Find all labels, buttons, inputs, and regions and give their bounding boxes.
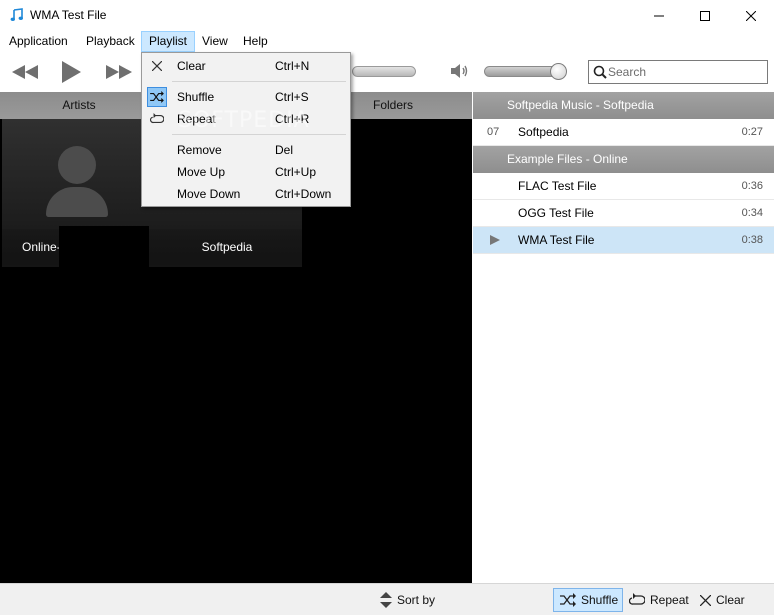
previous-button[interactable] [8,58,42,86]
menu-playlist[interactable]: Playlist [141,31,196,52]
next-icon [106,65,132,79]
playlist-row-playing[interactable]: WMA Test File 0:38 [473,227,774,254]
search-field[interactable] [588,60,768,84]
close-icon [147,56,167,76]
status-bar: Sort by Shuffle Repeat Clear [0,583,774,615]
volume-icon[interactable] [450,62,470,80]
search-input[interactable] [608,63,763,81]
menu-application[interactable]: Application [2,31,75,52]
play-button[interactable] [56,58,86,86]
maximize-icon [700,10,710,21]
play-icon [62,61,81,83]
menu-item-move-down[interactable]: Move Down Ctrl+Down [144,183,348,205]
playlist-group-header[interactable]: Softpedia Music - Softpedia [473,92,774,119]
menu-item-shuffle[interactable]: Shuffle Ctrl+S [144,86,348,108]
repeat-icon [629,593,645,607]
menu-separator [172,134,346,135]
watermark: SOFTPEDIA [178,108,310,133]
menu-item-move-up[interactable]: Move Up Ctrl+Up [144,161,348,183]
clear-playlist-button[interactable]: Clear [700,588,745,612]
now-playing-icon [490,235,500,245]
shuffle-toggle[interactable]: Shuffle [553,588,624,612]
title-bar: WMA Test File [0,0,774,31]
shuffle-icon [560,593,576,607]
menu-separator [172,81,346,82]
repeat-icon [147,109,167,129]
repeat-toggle[interactable]: Repeat [629,588,689,612]
menu-help[interactable]: Help [236,31,275,52]
minimize-button[interactable] [636,0,682,31]
tile-label: Softpedia [152,229,302,265]
playlist-row[interactable]: OGG Test File 0:34 [473,200,774,227]
playlist-row[interactable]: 07 Softpedia 0:27 [473,119,774,146]
playlist-pane: Softpedia Music - Softpedia 07 Softpedia… [473,92,774,583]
redacted-block [59,226,149,268]
next-button[interactable] [102,58,136,86]
volume-slider-knob[interactable] [550,63,567,80]
close-icon [700,594,711,606]
menu-bar: Application Playback Playlist View Help [0,31,774,52]
maximize-button[interactable] [682,0,728,31]
menu-view[interactable]: View [195,31,235,52]
window-title: WMA Test File [30,8,107,22]
menu-item-remove[interactable]: Remove Del [144,139,348,161]
music-note-icon [10,8,23,21]
previous-icon [12,65,38,79]
playlist-row[interactable]: FLAC Test File 0:36 [473,173,774,200]
search-icon [593,65,607,79]
close-icon [746,10,756,21]
minimize-icon [654,15,664,16]
sort-by-button[interactable]: Sort by [380,588,435,612]
avatar [58,146,96,184]
menu-item-clear[interactable]: Clear Ctrl+N [144,55,348,77]
menu-playback[interactable]: Playback [79,31,142,52]
sort-icon [380,592,392,608]
close-button[interactable] [728,0,774,31]
seek-slider[interactable] [352,66,416,77]
playlist-group-header[interactable]: Example Files - Online [473,146,774,173]
tab-artists[interactable]: Artists [0,92,158,119]
shuffle-icon [147,87,167,107]
